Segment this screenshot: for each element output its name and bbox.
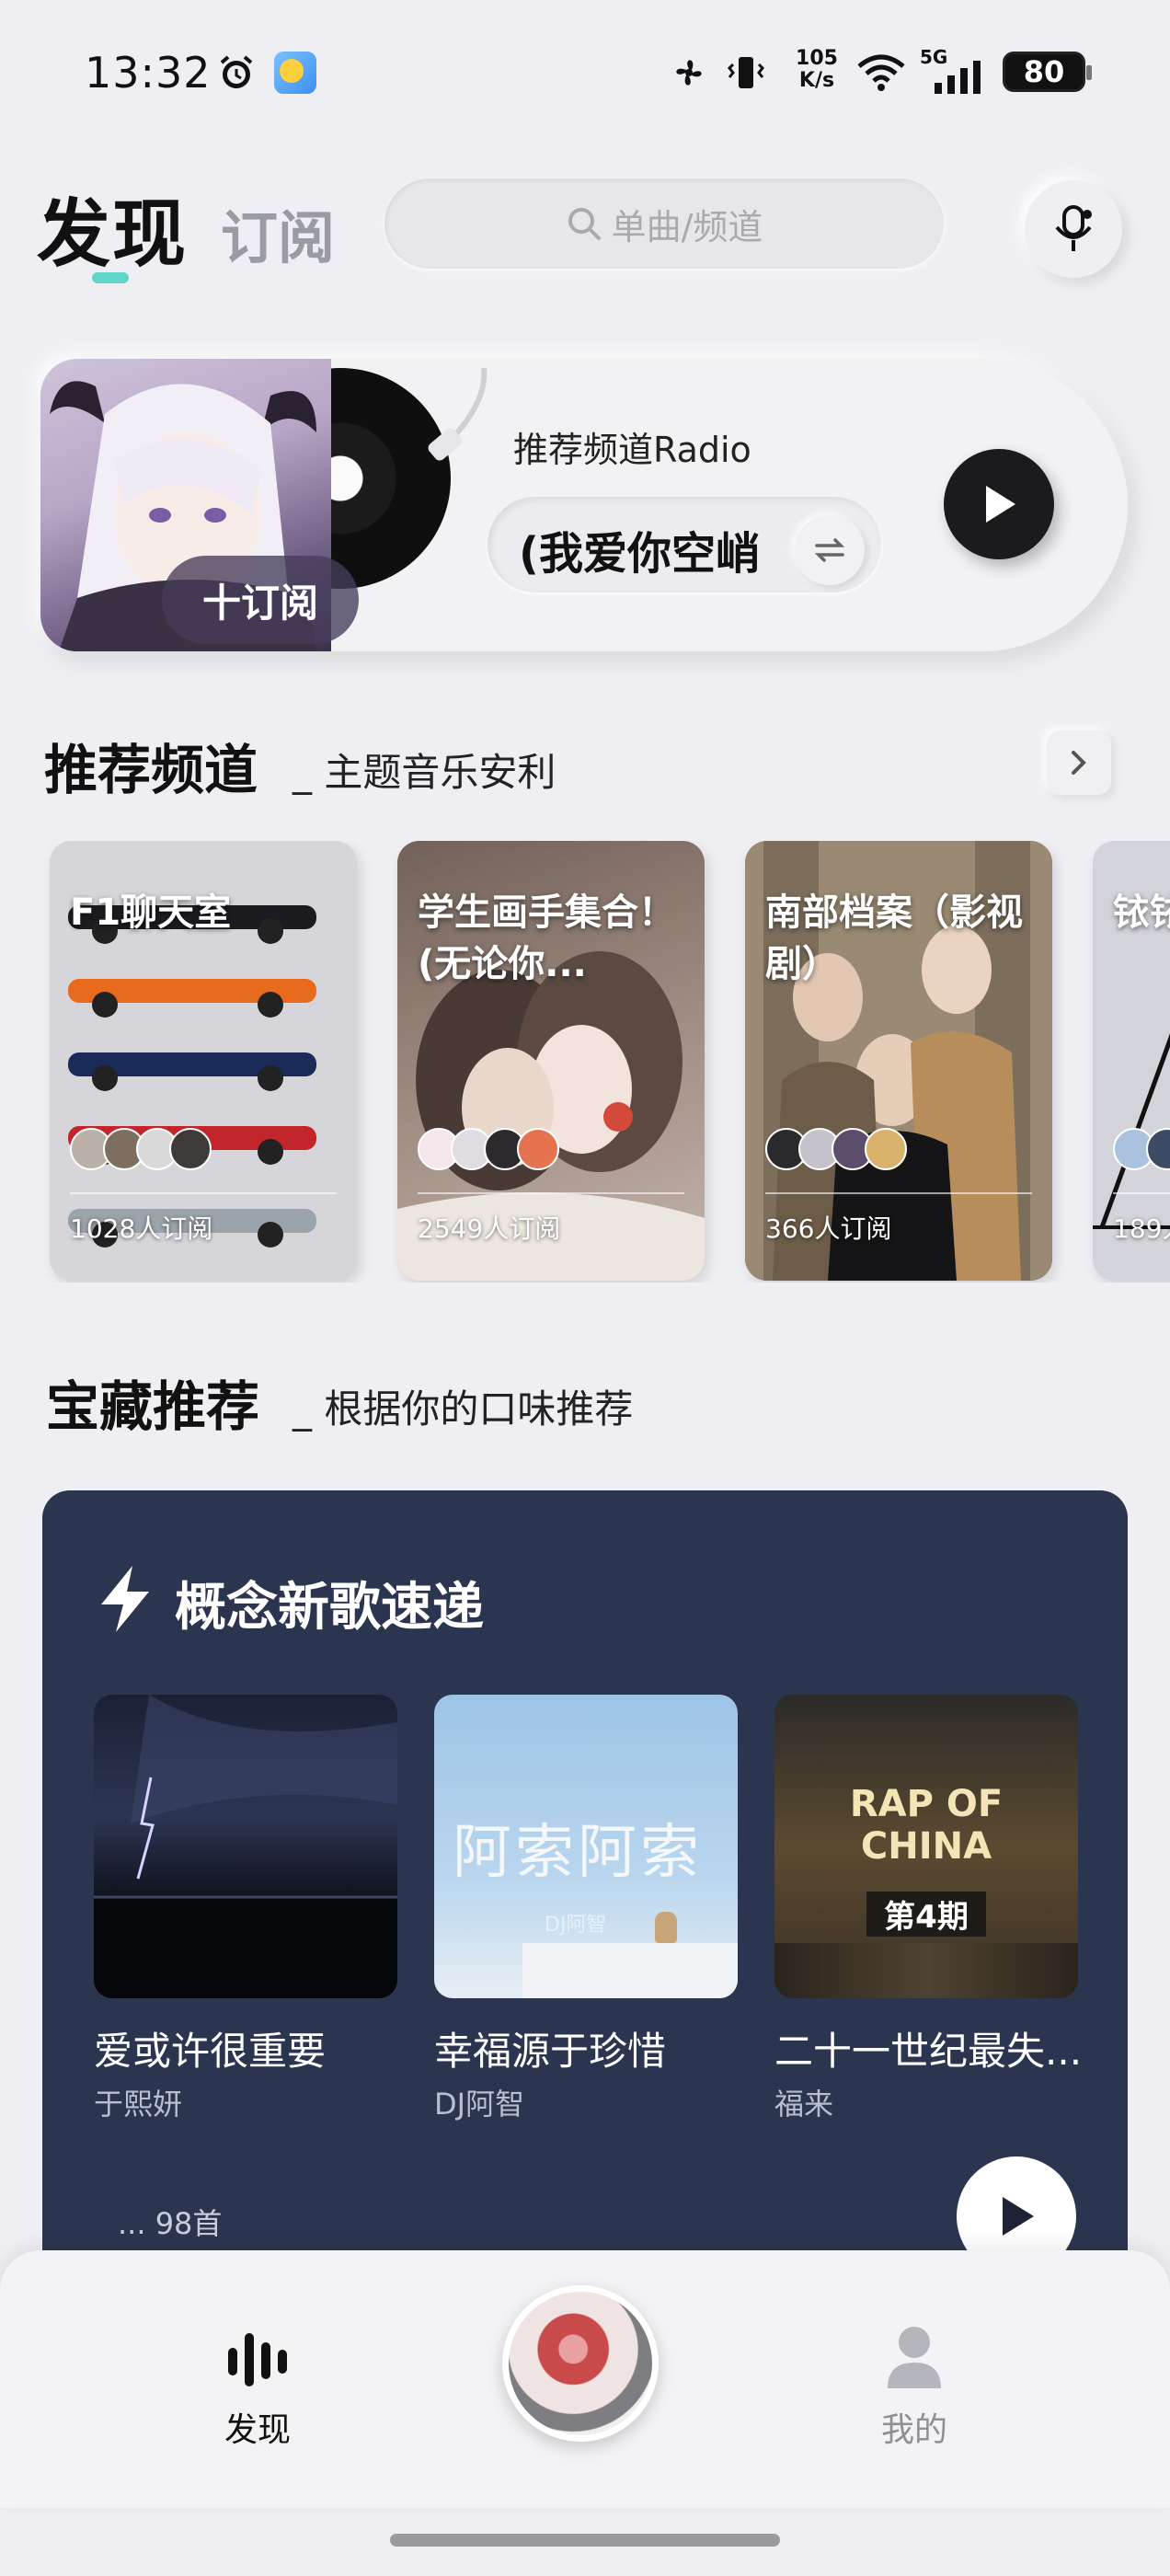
microphone-icon bbox=[1055, 205, 1092, 251]
avatar bbox=[865, 1128, 907, 1170]
channel-subscriber-count: 2549人订阅 bbox=[418, 1213, 561, 1244]
tonearm-icon bbox=[428, 367, 488, 461]
radio-play-button[interactable] bbox=[944, 449, 1054, 559]
network-speed: 105 K/s bbox=[791, 48, 843, 92]
channel-card[interactable]: 南部档案（影视剧） 366人订阅 bbox=[745, 841, 1052, 1281]
weather-icon bbox=[274, 52, 316, 94]
clock: 13:32 bbox=[85, 48, 212, 98]
channel-title: F1聊天室 bbox=[70, 891, 232, 934]
channel-subscriber-count: 366人订阅 bbox=[765, 1213, 892, 1244]
search-input[interactable]: 单曲/频道 bbox=[384, 178, 944, 269]
avatar bbox=[517, 1128, 559, 1170]
switch-track-button[interactable] bbox=[795, 515, 865, 585]
search-placeholder: 单曲/频道 bbox=[611, 206, 763, 247]
subscriber-avatars bbox=[418, 1128, 559, 1170]
tab-discover[interactable]: 发现 bbox=[37, 175, 188, 282]
song-artist[interactable]: 于熙妍 bbox=[94, 2081, 182, 2123]
crowd-image bbox=[774, 1943, 1078, 1998]
nav-mine[interactable]: 我的 bbox=[868, 2324, 960, 2451]
song-count: ... 98首 bbox=[118, 2206, 223, 2241]
radio-track-name: (我爱你空峭 bbox=[519, 528, 760, 580]
chevron-right-icon bbox=[1072, 751, 1086, 775]
cover-art-text: 阿索阿索 bbox=[453, 1819, 703, 1887]
radio-subscribe-button[interactable]: 十订阅 bbox=[162, 556, 359, 644]
channel-list: F1聊天室 1028人订阅 学生画手集合！(无论你... 2549人订阅 南部档… bbox=[0, 841, 1170, 1282]
channel-subscriber-count: 1028人订阅 bbox=[70, 1213, 213, 1244]
radio-title: 推荐频道Radio bbox=[513, 430, 751, 470]
song-name[interactable]: 幸福源于珍惜 bbox=[434, 2020, 747, 2076]
fan-icon bbox=[676, 60, 702, 86]
tab-active-indicator bbox=[92, 272, 129, 283]
song-cover[interactable]: RAP OF CHINA 第4期 bbox=[774, 1695, 1078, 1998]
channel-card[interactable]: 铱铱 189人 bbox=[1093, 841, 1170, 1281]
cover-art-caption: 第4期 bbox=[866, 1892, 986, 1937]
now-playing-disc[interactable] bbox=[502, 2285, 659, 2442]
signal-bars-icon bbox=[935, 61, 981, 94]
wifi-icon bbox=[857, 54, 905, 91]
song-cover[interactable]: 阿索阿索 DJ阿智 bbox=[434, 1695, 738, 1998]
song-name[interactable]: 爱或许很重要 bbox=[94, 2020, 407, 2076]
lightning-icon bbox=[101, 1566, 149, 1632]
net-speed-unit: K/s bbox=[798, 69, 835, 92]
treasure-title: 宝藏推荐 bbox=[46, 1375, 260, 1438]
recommended-subtitle: _ 主题音乐安利 bbox=[292, 750, 556, 795]
song-name[interactable]: 二十一世纪最失... bbox=[774, 2020, 1087, 2076]
new-songs-title: 概念新歌速递 bbox=[175, 1578, 484, 1638]
song-artist[interactable]: 福来 bbox=[774, 2081, 833, 2123]
now-playing-cover bbox=[509, 2292, 652, 2435]
voice-search-button[interactable] bbox=[1025, 180, 1122, 278]
status-bar: 13:32 105 K/s 5G 80 bbox=[0, 0, 1170, 147]
channel-card[interactable]: F1聊天室 1028人订阅 bbox=[50, 841, 357, 1281]
sound-bars-icon bbox=[228, 2333, 287, 2386]
user-icon bbox=[888, 2327, 941, 2388]
lightning-storm-image bbox=[94, 1695, 397, 1998]
channel-subscriber-count: 189人 bbox=[1113, 1213, 1170, 1244]
channel-title: 铱铱 bbox=[1113, 891, 1170, 934]
cell-signal: 5G bbox=[920, 46, 993, 96]
recommended-more-button[interactable] bbox=[1047, 730, 1111, 795]
nav-discover[interactable]: 发现 bbox=[212, 2329, 304, 2451]
treasure-subtitle: _ 根据你的口味推荐 bbox=[292, 1386, 634, 1432]
cover-art-text: RAP OF CHINA bbox=[849, 1783, 1004, 1868]
divider bbox=[1113, 1192, 1170, 1194]
net-speed-value: 105 bbox=[796, 47, 838, 70]
subscriber-avatars bbox=[70, 1128, 212, 1170]
nav-mine-label: 我的 bbox=[880, 2411, 947, 2449]
cover-art-caption: DJ阿智 bbox=[545, 1914, 607, 1937]
subscriber-avatars bbox=[1113, 1128, 1170, 1170]
alarm-icon bbox=[220, 55, 253, 88]
divider bbox=[418, 1192, 684, 1194]
nav-discover-label: 发现 bbox=[224, 2411, 291, 2449]
divider bbox=[765, 1192, 1032, 1194]
play-icon bbox=[1003, 2197, 1034, 2236]
play-icon bbox=[986, 486, 1015, 523]
home-indicator[interactable] bbox=[390, 2534, 780, 2547]
song-cover[interactable] bbox=[94, 1695, 397, 1998]
vibrate-icon bbox=[727, 57, 765, 88]
channel-card[interactable]: 学生画手集合！(无论你... 2549人订阅 bbox=[397, 841, 705, 1281]
subscriber-avatars bbox=[765, 1128, 907, 1170]
search-icon bbox=[568, 208, 601, 240]
avatar bbox=[169, 1128, 212, 1170]
cover-wall bbox=[522, 1943, 738, 1998]
channel-title: 学生画手集合！(无论你... bbox=[418, 891, 675, 985]
channel-title: 南部档案（影视剧） bbox=[765, 891, 1023, 985]
recommended-title: 推荐频道 bbox=[44, 739, 258, 801]
battery-indicator: 80 bbox=[1003, 52, 1092, 92]
tab-subscribe[interactable]: 订阅 bbox=[221, 191, 335, 274]
switch-icon bbox=[814, 538, 845, 562]
cat-image bbox=[655, 1912, 677, 1943]
song-artist[interactable]: DJ阿智 bbox=[434, 2081, 524, 2123]
divider bbox=[70, 1192, 337, 1194]
